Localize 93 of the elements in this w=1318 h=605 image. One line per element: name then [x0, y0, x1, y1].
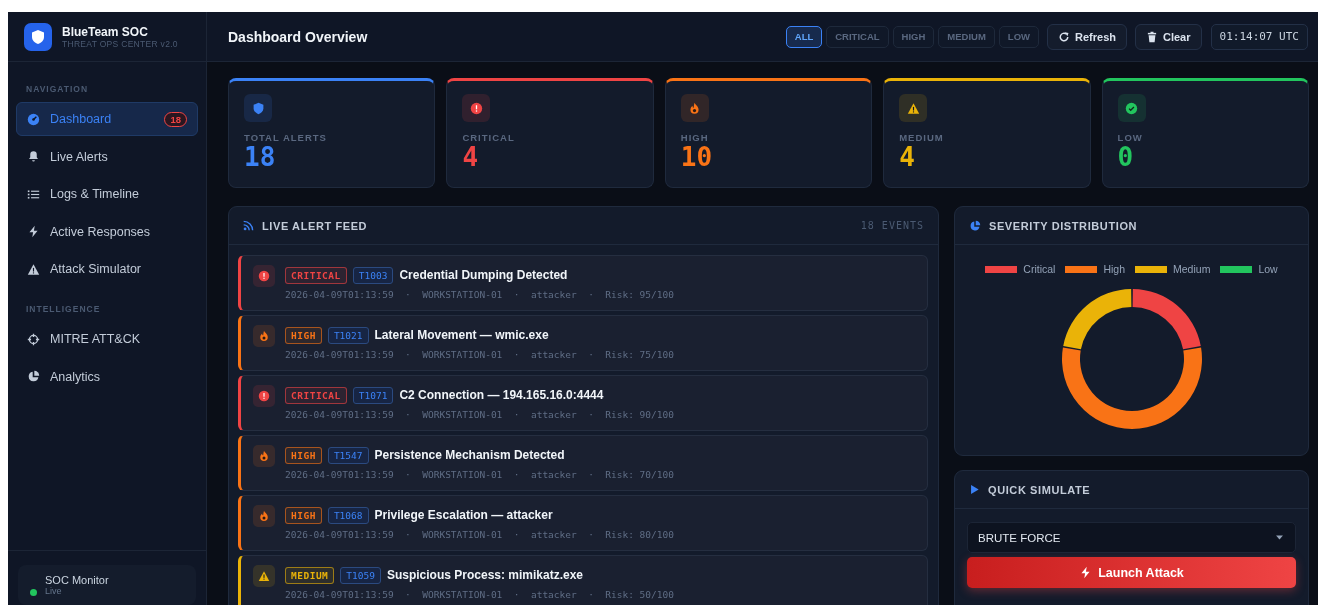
alert-circle-icon	[469, 101, 483, 115]
technique-badge: T1071	[352, 386, 394, 404]
pie-chart-icon	[27, 370, 40, 383]
severity-badge: MEDIUM	[285, 566, 335, 584]
gauge-icon	[27, 112, 40, 126]
nav-item[interactable]: Live Alerts	[16, 139, 198, 174]
severity-badge: CRITICAL	[285, 266, 347, 284]
flame-icon	[258, 510, 270, 522]
legend-label: Critical	[1023, 263, 1056, 275]
severity-badge: CRITICAL	[285, 386, 347, 404]
nav-section-heading: INTELLIGENCE	[26, 304, 102, 314]
alert-item[interactable]: CRITICAL T1003 Credential Dumping Detected 2026-04-09T01:13:59 · WORKSTATION-01 · attacker · Risk: 95/100	[238, 255, 928, 311]
flame-icon	[258, 330, 270, 342]
stat-value: 4	[899, 143, 916, 171]
brand-subtitle: THREAT OPS CENTER v2.0	[62, 38, 178, 49]
alert-title: Persistence Mechanism Detected	[374, 448, 565, 462]
nav-item[interactable]: Active Responses	[16, 214, 198, 249]
alert-title: Credential Dumping Detected	[399, 268, 568, 282]
feed-icon	[243, 220, 254, 231]
legend-label: Medium	[1173, 263, 1211, 275]
severity-badge: HIGH	[285, 506, 322, 524]
clear-button[interactable]: Clear	[1135, 23, 1202, 50]
stat-value: 10	[680, 143, 714, 171]
technique-badge: T1547	[327, 446, 369, 464]
clock-display: 01:14:07 UTC	[1210, 23, 1308, 50]
brand-title: BlueTeam SOC	[62, 24, 149, 39]
alert-circle-icon	[258, 270, 270, 282]
warning-icon	[258, 570, 270, 582]
launch-attack-button[interactable]: Launch Attack	[967, 557, 1296, 588]
shield-icon	[251, 101, 265, 115]
status-title: SOC Monitor	[45, 574, 109, 586]
alert-item[interactable]: MEDIUM T1059 Suspicious Process: mimikatz.exe 2026-04-09T01:13:59 · WORKSTATION-01 · attacker · Risk: 50/100	[238, 555, 928, 605]
lightning-icon	[27, 225, 40, 238]
alert-details: 2026-04-09T01:13:59 · WORKSTATION-01 · attacker · Risk: 75/100	[285, 348, 674, 360]
stat-value: 18	[244, 143, 277, 171]
page-title: Dashboard Overview	[228, 28, 369, 45]
alert-item[interactable]: HIGH T1547 Persistence Mechanism Detected 2026-04-09T01:13:59 · WORKSTATION-01 · attacker · Risk: 70/100	[238, 435, 928, 491]
stat-label: HIGH	[680, 132, 710, 143]
technique-badge: T1059	[340, 566, 381, 584]
alert-details: 2026-04-09T01:13:59 · WORKSTATION-01 · attacker · Risk: 95/100	[285, 288, 674, 300]
pie-chart-icon	[969, 219, 981, 232]
nav-item[interactable]: Dashboard 18	[16, 102, 198, 136]
event-count: 18 EVENTS	[860, 220, 924, 231]
trash-icon	[1146, 30, 1158, 43]
refresh-button[interactable]: Refresh	[1047, 23, 1127, 50]
count-badge: 18	[164, 111, 187, 127]
alert-title: C2 Connection — 194.165.16.0:4444	[399, 388, 604, 402]
technique-badge: T1003	[352, 266, 394, 284]
nav-item[interactable]: Logs & Timeline	[16, 177, 198, 211]
caret-icon	[1274, 532, 1285, 543]
nav-item[interactable]: Attack Simulator	[16, 252, 198, 286]
stat-label: MEDIUM	[899, 132, 945, 143]
alert-title: Privilege Escalation — attacker	[374, 508, 553, 522]
nav-section-heading: NAVIGATION	[26, 84, 90, 94]
list-icon	[27, 187, 40, 201]
alert-details: 2026-04-09T01:13:59 · WORKSTATION-01 · attacker · Risk: 80/100	[285, 528, 674, 540]
nav-item[interactable]: MITRE ATT&CK	[16, 322, 198, 356]
alert-item[interactable]: HIGH T1068 Privilege Escalation — attacker 2026-04-09T01:13:59 · WORKSTATION-01 · attacker · Risk: 80/100	[238, 495, 928, 551]
alert-item[interactable]: CRITICAL T1071 C2 Connection — 194.165.16.0:4444 2026-04-09T01:13:59 · WORKSTATION-01 · attacker · Risk: 90/100	[238, 375, 928, 431]
stat-value: 0	[1117, 143, 1135, 171]
technique-badge: T1021	[327, 326, 369, 344]
severity-badge: HIGH	[285, 446, 322, 464]
warning-icon	[906, 101, 920, 115]
alert-details: 2026-04-09T01:13:59 · WORKSTATION-01 · attacker · Risk: 70/100	[285, 468, 674, 480]
stat-value: 4	[462, 143, 480, 171]
bell-icon	[27, 150, 40, 163]
stat-label: CRITICAL	[462, 132, 516, 143]
refresh-icon	[1058, 30, 1070, 43]
flame-icon	[258, 450, 270, 462]
alert-title: Lateral Movement — wmic.exe	[374, 328, 549, 342]
play-icon	[969, 484, 980, 495]
status-text: Live	[45, 586, 63, 596]
alert-details: 2026-04-09T01:13:59 · WORKSTATION-01 · attacker · Risk: 90/100	[285, 408, 674, 420]
legend-label: High	[1103, 263, 1126, 275]
alert-item[interactable]: HIGH T1021 Lateral Movement — wmic.exe 2026-04-09T01:13:59 · WORKSTATION-01 · attacker · Risk: 75/100	[238, 315, 928, 371]
alert-details: 2026-04-09T01:13:59 · WORKSTATION-01 · attacker · Risk: 50/100	[285, 588, 674, 600]
filter-button[interactable]: ALL	[785, 25, 823, 48]
attack-type-dropdown[interactable]: BRUTE FORCE	[967, 522, 1296, 553]
panel-title: LIVE ALERT FEED	[262, 219, 369, 232]
check-circle-icon	[1125, 101, 1139, 115]
stat-label: LOW	[1117, 132, 1144, 143]
alert-circle-icon	[258, 390, 270, 402]
legend-label: Low	[1258, 263, 1278, 275]
stat-label: TOTAL ALERTS	[244, 132, 328, 143]
nav-item[interactable]: Analytics	[16, 359, 198, 394]
warning-icon	[27, 262, 40, 276]
shield-icon	[30, 28, 46, 45]
alert-title: Suspicious Process: mimikatz.exe	[386, 568, 584, 582]
severity-badge: HIGH	[285, 326, 322, 344]
panel-title: SEVERITY DISTRIBUTION	[989, 219, 1139, 232]
technique-badge: T1068	[327, 506, 369, 524]
crosshair-icon	[27, 332, 40, 346]
panel-title: QUICK SIMULATE	[988, 483, 1092, 496]
